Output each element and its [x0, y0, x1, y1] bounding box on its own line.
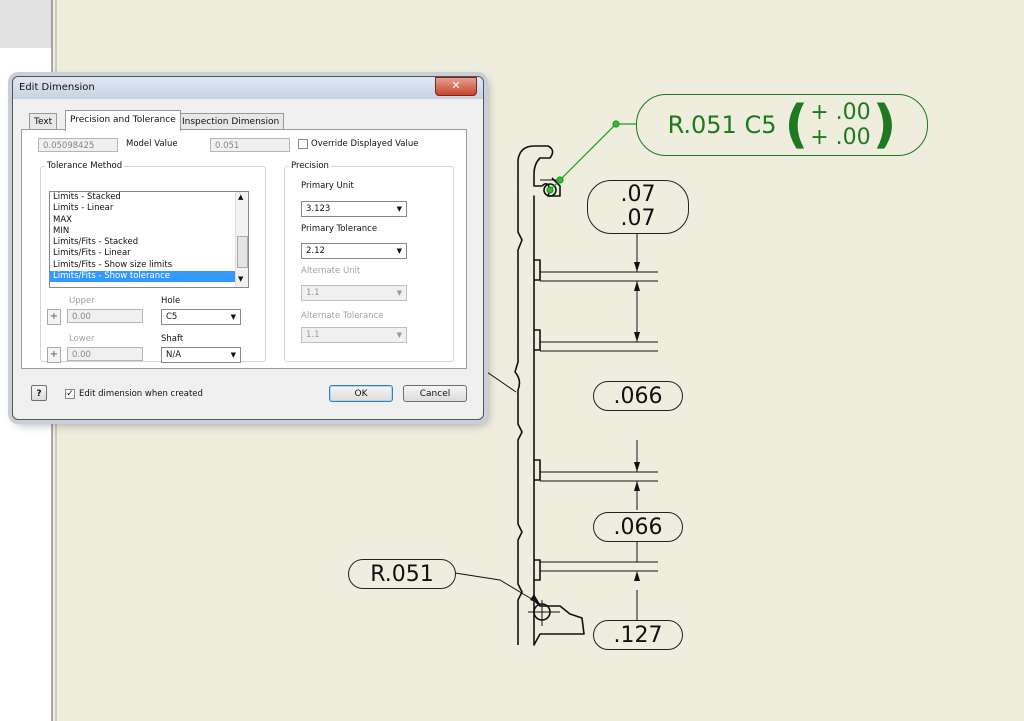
list-item[interactable]: Limits/Fits - Linear	[50, 248, 248, 259]
primary-tolerance-select[interactable]: 2.12 ▼	[301, 243, 407, 259]
left-paren: (	[784, 95, 809, 155]
alternate-tolerance-label: Alternate Tolerance	[301, 311, 384, 321]
precision-title: Precision	[289, 161, 331, 171]
alternate-unit-label: Alternate Unit	[301, 266, 361, 276]
chevron-down-icon: ▼	[396, 205, 402, 213]
tab-inspection-dimension[interactable]: Inspection Dimension	[177, 113, 285, 130]
lower-value-field[interactable]: 0.00	[67, 347, 143, 361]
override-checkbox[interactable]	[298, 139, 308, 149]
hole-label: Hole	[161, 296, 181, 306]
tab-inspection-label: Inspection Dimension	[182, 117, 280, 127]
plus-icon: +	[49, 349, 59, 360]
hole-value: C5	[166, 312, 178, 322]
model-value-label: Model Value	[126, 139, 178, 149]
primary-tolerance-label: Primary Tolerance	[301, 224, 378, 234]
primary-unit-value: 3.123	[306, 204, 331, 214]
list-item-selected[interactable]: Limits/Fits - Show tolerance	[50, 271, 248, 283]
displayed-value-field: 0.051	[210, 138, 290, 152]
primary-tolerance-value: 2.12	[306, 246, 325, 256]
tab-precision-label: Precision and Tolerance	[70, 115, 176, 125]
plus-icon: +	[49, 311, 59, 322]
dialog-title-bar[interactable]: Edit Dimension ✕	[13, 77, 483, 99]
alternate-tolerance-value: 1.1	[306, 330, 320, 340]
tab-precision-and-tolerance[interactable]: Precision and Tolerance	[65, 110, 181, 131]
shaft-select[interactable]: N/A ▼	[161, 347, 241, 363]
right-paren: )	[872, 95, 897, 155]
shaft-label: Shaft	[161, 334, 184, 344]
tolerance-upper: + .00	[810, 100, 871, 125]
tolerance-method-title: Tolerance Method	[45, 161, 125, 171]
note-text: R.051 C5	[667, 111, 777, 139]
cancel-button[interactable]: Cancel	[403, 385, 467, 402]
help-icon: ?	[36, 389, 42, 399]
lower-label: Lower	[69, 334, 95, 344]
list-item[interactable]: Limits - Stacked	[50, 192, 248, 203]
lower-plus-button[interactable]: +	[47, 347, 61, 363]
radius-callout[interactable]: R.051	[348, 559, 456, 589]
precision-tolerance-panel: 0.05098425 Model Value 0.051 Override Di…	[21, 129, 467, 369]
primary-unit-label: Primary Unit	[301, 181, 354, 191]
tolerance-method-group: Tolerance Method Limits - Stacked Limits…	[40, 161, 266, 363]
dimension-066-a-callout[interactable]: .066	[593, 381, 683, 411]
alternate-tolerance-select[interactable]: 1.1 ▼	[301, 327, 407, 343]
list-item[interactable]: MAX	[50, 215, 248, 226]
tab-text[interactable]: Text	[29, 113, 58, 130]
chevron-down-icon: ▼	[396, 331, 402, 339]
edit-when-created-label: Edit dimension when created	[79, 389, 203, 399]
dimension-07-callout[interactable]: .07 .07	[587, 180, 689, 234]
tolerance-note-callout[interactable]: R.051 C5 ( + .00 + .00 )	[636, 94, 928, 156]
alternate-unit-select[interactable]: 1.1 ▼	[301, 285, 407, 301]
help-button[interactable]: ?	[31, 385, 47, 401]
list-item[interactable]: Limits/Fits - Stacked	[50, 237, 248, 248]
list-item[interactable]: MIN	[50, 226, 248, 237]
precision-group: Precision Primary Unit 3.123 ▼ Primary To…	[284, 161, 454, 362]
dimension-066-a-text: .066	[613, 383, 663, 409]
chevron-down-icon: ▼	[396, 289, 402, 297]
scroll-thumb[interactable]	[237, 236, 248, 268]
hole-select[interactable]: C5 ▼	[161, 309, 241, 325]
dimension-127-callout[interactable]: .127	[593, 620, 683, 650]
scroll-down-icon[interactable]: ▼	[238, 275, 243, 283]
close-button[interactable]: ✕	[435, 77, 477, 96]
list-scrollbar[interactable]: ▲ ▼	[235, 192, 248, 287]
chevron-down-icon: ▼	[230, 351, 236, 359]
ok-label: OK	[354, 389, 368, 399]
checkmark-icon: ✓	[66, 389, 74, 399]
chevron-down-icon: ▼	[396, 247, 402, 255]
edit-dimension-dialog: Edit Dimension ✕ Text Precision and Tole…	[12, 76, 484, 420]
tolerance-stack: + .00 + .00	[810, 100, 870, 150]
dimension-066-b-text: .066	[613, 514, 663, 540]
edit-when-created-checkbox[interactable]: ✓	[65, 389, 75, 399]
alternate-unit-value: 1.1	[306, 288, 320, 298]
tab-text-label: Text	[34, 117, 53, 127]
upper-value-field[interactable]: 0.00	[67, 309, 143, 323]
model-value-field: 0.05098425	[38, 138, 118, 152]
tolerance-method-list[interactable]: Limits - Stacked Limits - Linear MAX MIN…	[49, 191, 249, 288]
list-item[interactable]: Limits - Linear	[50, 203, 248, 214]
tolerance-lower: + .00	[810, 125, 871, 150]
primary-unit-select[interactable]: 3.123 ▼	[301, 201, 407, 217]
dimension-127-text: .127	[613, 622, 663, 648]
cancel-label: Cancel	[419, 389, 451, 399]
ok-button[interactable]: OK	[329, 385, 393, 402]
list-item[interactable]: Limits/Fits - Show size limits	[50, 260, 248, 271]
dimension-07-top: .07	[620, 182, 656, 207]
radius-text: R.051	[370, 561, 434, 587]
override-label: Override Displayed Value	[311, 139, 419, 149]
upper-label: Upper	[69, 296, 95, 306]
close-icon: ✕	[451, 79, 461, 92]
dialog-title: Edit Dimension	[19, 82, 95, 93]
chevron-down-icon: ▼	[230, 313, 236, 321]
dimension-066-b-callout[interactable]: .066	[593, 512, 683, 542]
dimension-07-bottom: .07	[620, 206, 656, 231]
upper-plus-button[interactable]: +	[47, 309, 61, 325]
scroll-up-icon[interactable]: ▲	[238, 193, 243, 201]
shaft-value: N/A	[166, 350, 182, 360]
